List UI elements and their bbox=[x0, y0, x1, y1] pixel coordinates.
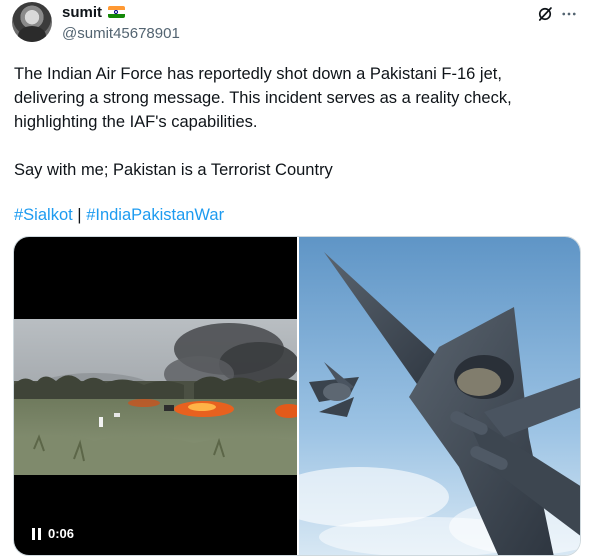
tweet-text: The Indian Air Force has reportedly shot… bbox=[14, 62, 580, 182]
handle[interactable]: @sumit45678901 bbox=[62, 25, 180, 43]
tweet[interactable]: sumit @sumit45678901 The Indian Air Forc… bbox=[0, 0, 592, 560]
video-frame-crash-scene bbox=[14, 319, 297, 475]
more-icon[interactable] bbox=[560, 5, 578, 23]
avatar[interactable] bbox=[12, 2, 52, 42]
tweet-text-line: The Indian Air Force has reportedly shot… bbox=[14, 65, 502, 83]
pause-icon[interactable] bbox=[31, 527, 43, 541]
video-duration: 0:06 bbox=[48, 526, 75, 541]
tweet-text-line: highlighting the IAF's capabilities. bbox=[14, 113, 258, 131]
hashtag-sialkot[interactable]: #Sialkot bbox=[14, 206, 73, 224]
grok-icon[interactable] bbox=[536, 5, 554, 23]
display-name[interactable]: sumit bbox=[62, 4, 102, 22]
tweet-text-line: Say with me; Pakistan is a Terrorist Cou… bbox=[14, 161, 333, 179]
tweet-text-line: delivering a strong message. This incide… bbox=[14, 89, 512, 107]
video-player[interactable]: 0:06 bbox=[14, 237, 297, 555]
hashtag-indiapakistanwar[interactable]: #IndiaPakistanWar bbox=[86, 206, 224, 224]
hashtag-separator: | bbox=[77, 206, 82, 224]
photo-fighter-jets[interactable] bbox=[299, 237, 580, 555]
hashtags: #Sialkot | #IndiaPakistanWar bbox=[14, 203, 224, 227]
fighter-jet-image bbox=[299, 237, 580, 555]
media-grid: 0:06 bbox=[13, 236, 581, 556]
india-flag-icon bbox=[108, 6, 125, 18]
